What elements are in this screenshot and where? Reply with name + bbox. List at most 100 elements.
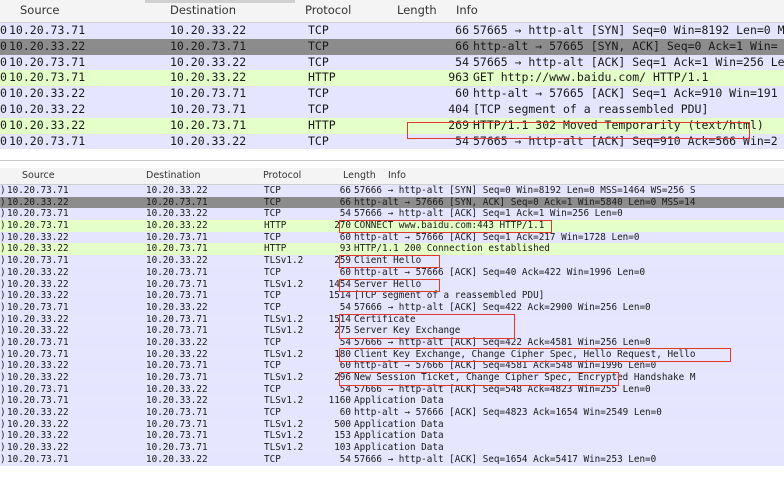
cell-destination: 10.20.73.71 bbox=[146, 372, 208, 383]
column-header-destination[interactable]: Destination bbox=[170, 3, 236, 17]
cell-info: 57666 → http-alt [ACK] Seq=1654 Ack=5417… bbox=[354, 453, 657, 465]
table-row[interactable]: 0 10.20.73.71 10.20.33.22 TCP 66 57665 → http… bbox=[0, 23, 784, 39]
table-row[interactable]: 0 10.20.73.71 10.20.33.22 HTTP 963 GET http:/… bbox=[0, 70, 784, 87]
cell-info: http-alt → 57666 [ACK] Seq=4581 Ack=548 … bbox=[354, 360, 657, 372]
column-header-info[interactable]: Info bbox=[388, 170, 406, 181]
cell-protocol: TLSv1.2 bbox=[264, 325, 304, 337]
table-row[interactable]: ) 10.20.33.22 10.20.73.71 TCP 60 http-alt → 5… bbox=[0, 407, 784, 419]
table-row[interactable]: ) 10.20.73.71 10.20.33.22 TCP 54 57666 → http… bbox=[0, 453, 784, 466]
cell-info: 57665 → http-alt [SYN] Seq=0 Win=8192 Le… bbox=[473, 23, 784, 37]
cell-protocol: TCP bbox=[308, 101, 329, 116]
cell-destination: 10.20.73.71 bbox=[146, 313, 208, 325]
cell-info: http-alt → 57666 [ACK] Seq=1 Ack=217 Win… bbox=[354, 231, 640, 243]
table-row[interactable]: ) 10.20.33.22 10.20.73.71 TCP 60 http-alt → 5… bbox=[0, 266, 784, 279]
column-header-protocol[interactable]: Protocol bbox=[263, 170, 301, 181]
cell-no: 0 bbox=[0, 117, 7, 132]
cell-info: New Session Ticket, Change Cipher Spec, … bbox=[354, 372, 696, 383]
table-row[interactable]: 0 10.20.33.22 10.20.73.71 TCP 66 http-alt → 5… bbox=[0, 38, 784, 55]
cell-no: 0 bbox=[0, 70, 7, 85]
cell-info: http-alt → 57665 [SYN, ACK] Seq=0 Ack=1 … bbox=[473, 38, 778, 53]
cell-source: 10.20.33.22 bbox=[7, 196, 69, 208]
cell-source: 10.20.33.22 bbox=[7, 418, 69, 430]
cell-destination: 10.20.73.71 bbox=[170, 101, 247, 116]
cell-info: http-alt → 57666 [ACK] Seq=40 Ack=422 Wi… bbox=[354, 266, 646, 278]
cell-info: Server Key Exchange bbox=[354, 325, 461, 337]
column-header-bar: Source Destination Protocol Length Info bbox=[0, 0, 784, 23]
cell-length: 103 bbox=[334, 442, 351, 454]
table-row[interactable]: 0 10.20.73.71 10.20.33.22 TCP 54 57665 → http… bbox=[0, 54, 784, 71]
cell-protocol: TLSv1.2 bbox=[264, 442, 304, 454]
table-row[interactable]: ) 10.20.33.22 10.20.73.71 TLSv1.2 103 Applica… bbox=[0, 442, 784, 454]
cell-length: 270 bbox=[334, 220, 351, 232]
cell-source: 10.20.33.22 bbox=[7, 290, 69, 302]
column-header-length[interactable]: Length bbox=[343, 170, 376, 181]
cell-destination: 10.20.73.71 bbox=[146, 266, 208, 278]
column-header-source[interactable]: Source bbox=[22, 170, 55, 181]
cell-info: 57666 → http-alt [ACK] Seq=422 Ack=2900 … bbox=[354, 301, 651, 313]
table-row[interactable]: ) 10.20.33.22 10.20.73.71 TLSv1.2 500 Applica… bbox=[0, 418, 784, 431]
table-row[interactable]: ) 10.20.33.22 10.20.73.71 TLSv1.2 275 Server … bbox=[0, 325, 784, 337]
cell-source: 10.20.33.22 bbox=[7, 231, 69, 243]
table-row[interactable]: 0 10.20.33.22 10.20.73.71 TCP 404 [TCP segmen… bbox=[0, 101, 784, 118]
cell-protocol: TLSv1.2 bbox=[264, 313, 304, 325]
cell-length: 54 bbox=[339, 383, 351, 395]
table-row[interactable]: ) 10.20.33.22 10.20.73.71 TCP 60 http-alt → 5… bbox=[0, 360, 784, 372]
column-header-source[interactable]: Source bbox=[20, 3, 60, 17]
table-row[interactable]: ) 10.20.33.22 10.20.73.71 TLSv1.2 296 New Ses… bbox=[0, 372, 784, 384]
table-row[interactable]: ) 10.20.33.22 10.20.73.71 TCP 60 http-alt → 5… bbox=[0, 231, 784, 244]
cell-destination: 10.20.33.22 bbox=[146, 348, 208, 360]
cell-no: ) bbox=[0, 243, 6, 255]
cell-protocol: TCP bbox=[264, 196, 281, 208]
cell-source: 10.20.33.22 bbox=[9, 86, 86, 101]
cell-info: Client Hello bbox=[354, 255, 422, 267]
cell-info: [TCP segment of a reassembled PDU] bbox=[354, 290, 545, 302]
cell-length: 153 bbox=[334, 430, 351, 442]
table-row[interactable]: ) 10.20.33.22 10.20.73.71 TLSv1.2 153 Applica… bbox=[0, 430, 784, 443]
table-row[interactable]: 0 10.20.73.71 10.20.33.22 TCP 54 57665 → http… bbox=[0, 133, 784, 150]
column-header-destination[interactable]: Destination bbox=[146, 170, 201, 181]
cell-length: 60 bbox=[339, 360, 351, 372]
cell-source: 10.20.33.22 bbox=[7, 243, 69, 255]
cell-destination: 10.20.33.22 bbox=[170, 70, 247, 85]
cell-length: 1514 bbox=[328, 313, 351, 325]
table-row[interactable]: ) 10.20.33.22 10.20.73.71 HTTP 93 HTTP/1.1 20… bbox=[0, 243, 784, 256]
table-row[interactable]: ) 10.20.73.71 10.20.33.22 TCP 54 57666 → http… bbox=[0, 336, 784, 349]
cell-length: 54 bbox=[339, 301, 351, 313]
cell-length: 54 bbox=[455, 133, 469, 148]
table-row[interactable]: ) 10.20.73.71 10.20.33.22 HTTP 270 CONNECT ww… bbox=[0, 220, 784, 232]
table-row[interactable]: ) 10.20.73.71 10.20.33.22 TCP 54 57666 → http… bbox=[0, 383, 784, 396]
column-header-bar: Source Destination Protocol Length Info bbox=[0, 168, 784, 185]
cell-destination: 10.20.73.71 bbox=[170, 117, 247, 132]
cell-no: ) bbox=[0, 255, 6, 267]
cell-destination: 10.20.73.71 bbox=[146, 196, 208, 208]
table-row[interactable]: ) 10.20.33.22 10.20.73.71 TCP 1514 [TCP segme… bbox=[0, 290, 784, 302]
cell-protocol: TLSv1.2 bbox=[264, 430, 304, 442]
cell-source: 10.20.73.71 bbox=[7, 395, 69, 407]
cell-no: ) bbox=[0, 278, 6, 290]
cell-length: 1454 bbox=[328, 278, 351, 290]
table-row[interactable]: ) 10.20.73.71 10.20.33.22 TCP 66 57666 → http… bbox=[0, 185, 784, 197]
table-row[interactable]: ) 10.20.73.71 10.20.33.22 TLSv1.2 180 Client … bbox=[0, 348, 784, 361]
cell-source: 10.20.33.22 bbox=[7, 442, 69, 454]
table-row[interactable]: ) 10.20.73.71 10.20.33.22 TCP 54 57666 → http… bbox=[0, 301, 784, 314]
table-row[interactable]: ) 10.20.73.71 10.20.33.22 TCP 54 57666 → http… bbox=[0, 208, 784, 221]
column-header-length[interactable]: Length bbox=[397, 3, 437, 17]
cell-no: ) bbox=[0, 313, 6, 325]
cell-source: 10.20.73.71 bbox=[9, 54, 86, 69]
table-row[interactable]: ) 10.20.73.71 10.20.33.22 TLSv1.2 1160 Applic… bbox=[0, 395, 784, 408]
column-header-protocol[interactable]: Protocol bbox=[305, 3, 351, 17]
column-header-info[interactable]: Info bbox=[456, 3, 478, 17]
table-row[interactable]: 0 10.20.33.22 10.20.73.71 HTTP 269 HTTP/1.1 3… bbox=[0, 117, 784, 134]
packet-rows: ) 10.20.73.71 10.20.33.22 TCP 66 57666 → http… bbox=[0, 185, 784, 466]
table-row[interactable]: 0 10.20.33.22 10.20.73.71 TCP 60 http-alt → 5… bbox=[0, 86, 784, 102]
cell-destination: 10.20.33.22 bbox=[170, 133, 247, 148]
cell-source: 10.20.33.22 bbox=[7, 430, 69, 442]
table-row[interactable]: ) 10.20.33.22 10.20.73.71 TCP 66 http-alt → 5… bbox=[0, 196, 784, 209]
cell-source: 10.20.73.71 bbox=[7, 301, 69, 313]
cell-destination: 10.20.73.71 bbox=[146, 290, 208, 302]
table-row[interactable]: ) 10.20.33.22 10.20.73.71 TLSv1.2 1454 Server… bbox=[0, 278, 784, 291]
cell-protocol: HTTP bbox=[264, 243, 287, 255]
table-row[interactable]: ) 10.20.33.22 10.20.73.71 TLSv1.2 1514 Certif… bbox=[0, 313, 784, 326]
table-row[interactable]: ) 10.20.73.71 10.20.33.22 TLSv1.2 259 Client … bbox=[0, 255, 784, 267]
cell-info: http-alt → 57666 [ACK] Seq=4823 Ack=1654… bbox=[354, 407, 662, 419]
